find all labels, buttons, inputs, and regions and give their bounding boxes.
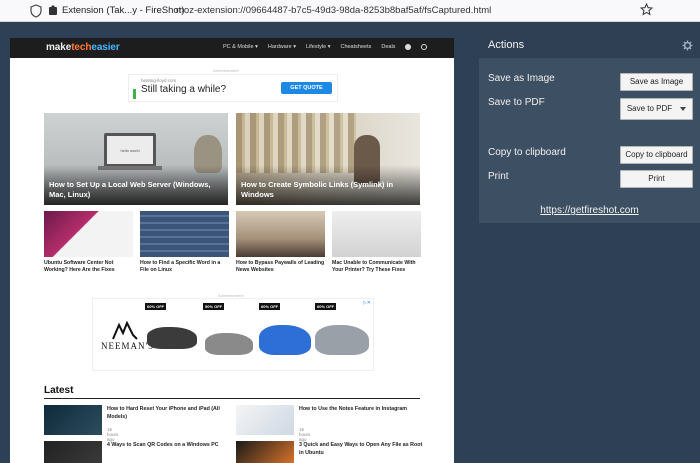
featured-caption: How to Set Up a Local Web Server (Window… [49,180,211,199]
gear-icon[interactable] [682,40,693,51]
card-title: Mac Unable to Communicate With Your Prin… [332,260,416,273]
ad-choices-icon[interactable]: ▷✕ [363,300,371,306]
latest-title: How to Hard Reset Your iPhone and iPad (… [107,406,220,420]
dark-mode-icon[interactable] [405,44,412,50]
latest-date: 15 hours ago [299,427,311,442]
bookmark-star-icon[interactable] [640,3,653,16]
shoe-image [259,325,311,355]
latest-date: 15 hours ago [107,427,119,442]
browser-address-bar: Extension (Tak...y - FireShot) moz-exten… [0,0,700,22]
discount-tag: 60% OFF [259,303,281,310]
nav-lifestyle[interactable]: Lifestyle ▾ [306,44,330,50]
ad-banner-quote[interactable]: heating-lloyd.com Still taking a while? … [128,74,338,102]
nav-hardware[interactable]: Hardware ▾ [268,44,296,50]
card-thumbnail [44,211,133,257]
print-label: Print [488,171,509,182]
latest-heading: Latest [44,385,74,396]
nav-deals[interactable]: Deals [381,44,395,50]
laptop-screen-text: hello world [120,148,140,153]
card-title: Ubuntu Software Center Not Working? Here… [44,260,115,273]
ad-title: Still taking a while? [141,84,227,95]
actions-panel: Actions Save as Image Save as Image Save… [479,31,700,223]
logo-part-tech: tech [71,42,92,53]
copy-clipboard-label: Copy to clipboard [488,147,566,158]
nav-cheatsheets[interactable]: Cheatsheets [340,44,371,50]
save-to-pdf-button-label: Save to PDF [626,104,673,113]
ad-banner-shoes[interactable]: ▷✕ NEEMAN'S 60% OFF 50% OFF 60% OFF 60% … [92,298,374,371]
latest-thumbnail [236,405,294,435]
getfireshot-link[interactable]: https://getfireshot.com [479,205,700,216]
url-text[interactable]: moz-extension://09664487-b7c5-49d3-98da-… [176,5,491,16]
brand-logo-icon [112,321,138,340]
ad-domain: heating-lloyd.com [141,78,177,83]
site-logo[interactable]: maketecheasier [46,42,120,53]
shield-icon[interactable] [30,4,42,18]
latest-title: 3 Quick and Easy Ways to Open Any File a… [299,442,423,456]
save-pdf-label: Save to PDF [488,97,545,108]
article-card[interactable]: Ubuntu Software Center Not Working? Here… [44,211,133,274]
search-icon[interactable] [421,44,428,50]
card-thumbnail [140,211,229,257]
captured-page-preview: maketecheasier PC & Mobile ▾ Hardware ▾ … [10,38,454,463]
save-as-image-button[interactable]: Save as Image [620,73,693,91]
discount-tag: 60% OFF [145,303,167,310]
save-image-label: Save as Image [488,73,555,84]
panel-title: Actions [488,39,525,51]
ad-cta-button[interactable]: GET QUOTE [281,82,332,94]
card-title: How to Bypass Paywalls of Leading News W… [236,260,325,273]
nav-pc-mobile[interactable]: PC & Mobile ▾ [223,44,258,50]
card-thumbnail [236,211,325,257]
extension-tab-label[interactable]: Extension (Tak...y - FireShot) [62,5,184,16]
logo-part-make: make [46,42,72,53]
article-card[interactable]: Mac Unable to Communicate With Your Prin… [332,211,421,274]
print-button[interactable]: Print [620,170,693,188]
save-to-pdf-button[interactable]: Save to PDF [620,98,693,120]
ad-label: Advertisement [213,68,239,73]
featured-caption: How to Create Symbolic Links (Symlink) i… [241,180,394,199]
discount-tag: 60% OFF [315,303,337,310]
latest-divider [44,398,420,399]
chevron-down-icon[interactable] [680,106,687,111]
shoe-image [205,333,253,355]
latest-title: 4 Ways to Scan QR Codes on a Windows PC [107,442,219,448]
card-thumbnail [332,211,421,257]
ad-bar-icon [133,89,136,99]
article-card[interactable]: How to Bypass Paywalls of Leading News W… [236,211,325,274]
discount-tag: 50% OFF [203,303,225,310]
latest-thumbnail [236,441,294,463]
shoe-image [147,327,197,349]
featured-article-2[interactable]: How to Create Symbolic Links (Symlink) i… [236,113,420,205]
latest-thumbnail [44,405,102,435]
latest-title: How to Use the Notes Feature in Instagra… [299,406,408,412]
card-title: How to Find a Specific Word in a File on… [140,260,221,273]
site-nav: PC & Mobile ▾ Hardware ▾ Lifestyle ▾ Che… [223,44,428,50]
binders-image [236,113,356,173]
site-header: maketecheasier PC & Mobile ▾ Hardware ▾ … [10,38,454,58]
copy-to-clipboard-button[interactable]: Copy to clipboard [620,146,693,164]
latest-thumbnail [44,441,102,463]
laptop-image: hello world [104,133,156,167]
actions-panel-header: Actions [479,31,700,58]
puzzle-extension-icon [49,5,57,15]
logo-part-easier: easier [91,42,120,53]
shoe-image [315,325,369,355]
featured-article-1[interactable]: hello world How to Set Up a Local Web Se… [44,113,228,205]
article-card[interactable]: How to Find a Specific Word in a File on… [140,211,229,274]
